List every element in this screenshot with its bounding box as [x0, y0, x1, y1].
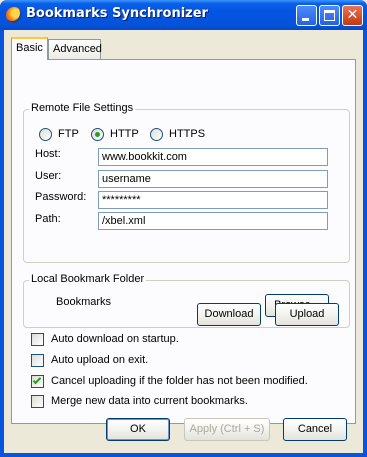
host-input[interactable]: www.bookkit.com	[98, 148, 328, 166]
radio-ftp-label[interactable]: FTP	[58, 128, 79, 140]
user-input[interactable]: username	[98, 170, 328, 188]
folder-name: Bookmarks	[56, 296, 112, 308]
tab-panel-basic: Remote File Settings FTP HTTP HTTPS Host…	[11, 59, 356, 424]
close-button[interactable]: ✕	[342, 5, 363, 26]
radio-http-label[interactable]: HTTP	[110, 128, 139, 140]
tab-basic[interactable]: Basic	[11, 37, 48, 60]
radio-https[interactable]	[150, 128, 163, 141]
ok-button[interactable]: OK	[106, 418, 170, 441]
checkbox-auto-download-label[interactable]: Auto download on startup.	[51, 333, 179, 345]
apply-button[interactable]: Apply (Ctrl + S)	[184, 418, 270, 441]
checkbox-auto-upload[interactable]	[31, 354, 44, 367]
minimize-button[interactable]	[296, 5, 317, 26]
cancel-button[interactable]: Cancel	[283, 418, 347, 441]
checkbox-merge[interactable]	[31, 395, 44, 408]
remote-file-settings-group: Remote File Settings FTP HTTP HTTPS Host…	[23, 102, 350, 263]
radio-ftp[interactable]	[39, 128, 52, 141]
checkbox-auto-download[interactable]	[31, 333, 44, 346]
download-button[interactable]: Download	[197, 303, 261, 326]
maximize-icon	[324, 10, 335, 21]
firefox-icon	[6, 7, 22, 23]
checkmark-icon	[32, 375, 42, 385]
dialog-window: Bookmarks Synchronizer ✕ Basic Advanced …	[0, 0, 367, 457]
checkbox-merge-label[interactable]: Merge new data into current bookmarks.	[51, 395, 248, 407]
checkbox-cancel-unmodified[interactable]	[31, 375, 44, 388]
maximize-button[interactable]	[319, 5, 340, 26]
title-bar[interactable]: Bookmarks Synchronizer ✕	[0, 0, 367, 30]
local-bookmark-folder-legend: Local Bookmark Folder	[29, 273, 147, 285]
minimize-icon	[302, 18, 309, 21]
password-label: Password:	[35, 191, 87, 203]
password-input[interactable]: *********	[98, 191, 328, 209]
dialog-body: Basic Advanced Remote File Settings FTP …	[4, 30, 363, 453]
remote-file-settings-legend: Remote File Settings	[29, 102, 136, 114]
radio-http[interactable]	[91, 128, 104, 141]
tab-advanced[interactable]: Advanced	[48, 39, 102, 59]
checkbox-cancel-unmodified-label[interactable]: Cancel uploading if the folder has not b…	[51, 375, 308, 387]
upload-button[interactable]: Upload	[275, 303, 339, 326]
host-label: Host:	[35, 148, 61, 160]
checkbox-auto-upload-label[interactable]: Auto upload on exit.	[51, 354, 148, 366]
path-input[interactable]: /xbel.xml	[98, 212, 328, 230]
path-label: Path:	[35, 213, 61, 225]
radio-https-label[interactable]: HTTPS	[169, 128, 205, 140]
close-icon: ✕	[346, 7, 359, 23]
user-label: User:	[35, 170, 62, 182]
window-title: Bookmarks Synchronizer	[26, 6, 208, 21]
